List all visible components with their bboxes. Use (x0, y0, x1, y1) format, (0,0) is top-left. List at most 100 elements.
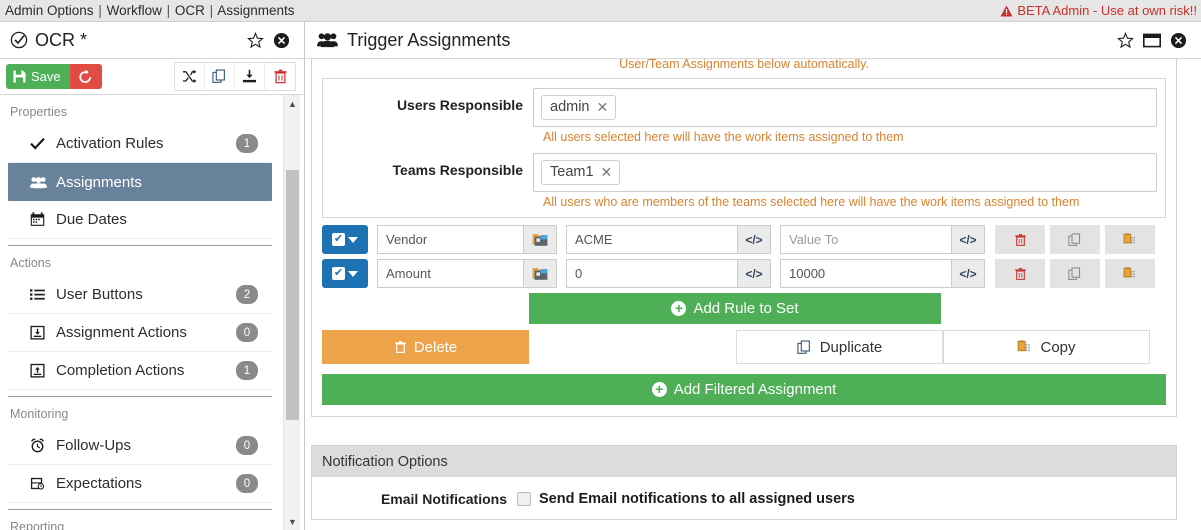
sidebar-item-due-dates[interactable]: Due Dates (8, 201, 272, 239)
notification-options-card: Notification Options Email Notifications… (311, 445, 1177, 520)
download-icon[interactable] (235, 63, 265, 90)
delete-assignment-button[interactable]: Delete (322, 330, 529, 364)
save-button-label: Save (31, 69, 61, 84)
rule-row-actions (995, 225, 1155, 254)
breadcrumb-separator: | (98, 3, 102, 18)
field-picker-icon[interactable] (524, 225, 557, 254)
shuffle-icon[interactable] (175, 63, 205, 90)
save-button[interactable]: Save (6, 64, 70, 89)
duplicate-button[interactable]: Duplicate (736, 330, 943, 364)
breadcrumb-item-assignments[interactable]: Assignments (217, 3, 294, 18)
left-panel-header-icons (247, 31, 296, 49)
right-panel-header-icons (1117, 31, 1193, 49)
right-panel-header: Trigger Assignments (305, 22, 1201, 59)
responsible-box: Users Responsible admin ✕ All users sele… (322, 78, 1166, 218)
rule-value-from-input[interactable]: 0 (566, 259, 738, 288)
close-circle-icon[interactable] (1170, 32, 1187, 49)
rule-field-input[interactable]: Amount (377, 259, 524, 288)
breadcrumb-item-admin-options[interactable]: Admin Options (5, 3, 94, 18)
sidebar-item-assignment-actions[interactable]: Assignment Actions 0 (8, 314, 272, 352)
rule-row: ✔ Vendor ACME </> Value To </> (322, 225, 1166, 254)
window-icon[interactable] (1143, 33, 1161, 48)
users-responsible-input[interactable]: admin ✕ (533, 88, 1157, 127)
star-icon[interactable] (247, 31, 264, 49)
rule-field-input[interactable]: Vendor (377, 225, 524, 254)
rule-value-from-group: 0 </> (566, 259, 771, 288)
assignment-actions-row: Delete Duplicate Copy (322, 330, 1166, 364)
breadcrumb-item-ocr[interactable]: OCR (175, 3, 205, 18)
scroll-up-arrow-icon[interactable]: ▲ (284, 95, 301, 112)
sidebar-item-completion-actions[interactable]: Completion Actions 1 (8, 352, 272, 390)
close-circle-icon[interactable] (273, 32, 290, 49)
beta-admin-warning: BETA Admin - Use at own risk!! (1000, 3, 1197, 18)
sidebar-scrollbar[interactable]: ▲ ▼ (283, 95, 300, 530)
checkbox-icon[interactable]: ✔ (332, 233, 345, 246)
team-tag[interactable]: Team1 ✕ (541, 160, 621, 185)
rule-value-to-input[interactable]: 10000 (780, 259, 952, 288)
sidebar-item-follow-ups[interactable]: Follow-Ups 0 (8, 427, 272, 465)
users-responsible-help: All users selected here will have the wo… (543, 130, 904, 144)
sidebar-item-activation-rules[interactable]: Activation Rules 1 (8, 125, 272, 163)
list-icon (30, 288, 52, 301)
sidebar-scroll-area: Properties Activation Rules 1 Assignment… (0, 95, 304, 530)
sidebar-item-assignments[interactable]: Assignments (8, 163, 272, 201)
copy-rule-button[interactable] (1050, 259, 1100, 288)
add-rule-to-set-button[interactable]: + Add Rule to Set (529, 293, 941, 324)
breadcrumb-item-workflow[interactable]: Workflow (107, 3, 162, 18)
chevron-down-icon[interactable] (348, 236, 358, 243)
copy-icon[interactable] (205, 63, 235, 90)
email-notifications-checkbox[interactable] (517, 492, 531, 506)
breadcrumb-separator: | (209, 3, 214, 18)
trash-icon[interactable] (265, 63, 295, 90)
sidebar-item-expectations[interactable]: Expectations 0 (8, 465, 272, 503)
chevron-down-icon[interactable] (348, 270, 358, 277)
page-title: OCR * (10, 30, 247, 51)
breadcrumb: Admin Options | Workflow | OCR | Assignm… (5, 3, 295, 18)
left-panel-toolbar: Save (0, 59, 304, 95)
sidebar-item-user-buttons[interactable]: User Buttons 2 (8, 276, 272, 314)
rule-enable-dropdown[interactable]: ✔ (322, 259, 368, 288)
checkbox-icon[interactable]: ✔ (332, 267, 345, 280)
delete-rule-button[interactable] (995, 225, 1045, 254)
star-icon[interactable] (1117, 31, 1134, 49)
users-responsible-row: Users Responsible admin ✕ (323, 88, 1165, 127)
sidebar-scrollbar-thumb[interactable] (286, 170, 299, 420)
rule-value-to-input[interactable]: Value To (780, 225, 952, 254)
check-circle-icon (10, 31, 28, 49)
trash-icon (394, 340, 407, 354)
code-icon[interactable]: </> (738, 259, 771, 288)
field-picker-icon[interactable] (524, 259, 557, 288)
add-filtered-assignment-wrap: + Add Filtered Assignment (322, 374, 1166, 405)
copy-rule-button[interactable] (1050, 225, 1100, 254)
right-panel-body: User/Team Assignments below automaticall… (305, 59, 1184, 530)
teams-responsible-input[interactable]: Team1 ✕ (533, 153, 1157, 192)
scroll-down-arrow-icon[interactable]: ▼ (284, 513, 301, 530)
add-filtered-assignment-button[interactable]: + Add Filtered Assignment (322, 374, 1166, 405)
status-badge: 2 (236, 285, 258, 304)
code-icon[interactable]: </> (952, 259, 985, 288)
email-notifications-checkbox-label: Send Email notifications to all assigned… (539, 491, 855, 507)
add-rule-row: + Add Rule to Set (322, 293, 1166, 324)
sidebar-item-label: User Buttons (56, 286, 143, 303)
remove-tag-icon[interactable]: ✕ (597, 100, 609, 114)
rule-enable-dropdown[interactable]: ✔ (322, 225, 368, 254)
user-tag[interactable]: admin ✕ (541, 95, 617, 120)
add-filtered-assignment-label: Add Filtered Assignment (673, 381, 837, 398)
delete-rule-button[interactable] (995, 259, 1045, 288)
user-tag-label: admin (550, 99, 590, 115)
remove-tag-icon[interactable]: ✕ (601, 165, 613, 179)
sidebar-item-label: Assignment Actions (56, 324, 187, 341)
assignment-card: User/Team Assignments below automaticall… (311, 59, 1177, 417)
copy-button[interactable]: Copy (943, 330, 1150, 364)
paste-rule-button[interactable] (1105, 225, 1155, 254)
check-icon (30, 137, 52, 150)
code-icon[interactable]: </> (952, 225, 985, 254)
rule-value-from-input[interactable]: ACME (566, 225, 738, 254)
notification-options-header: Notification Options (312, 446, 1176, 477)
code-icon[interactable]: </> (738, 225, 771, 254)
undo-button[interactable] (69, 64, 102, 89)
rule-field-group: Vendor (377, 225, 557, 254)
trigger-assignments-title: Trigger Assignments (317, 30, 1117, 51)
sidebar-group-label-monitoring: Monitoring (10, 407, 69, 421)
paste-rule-button[interactable] (1105, 259, 1155, 288)
